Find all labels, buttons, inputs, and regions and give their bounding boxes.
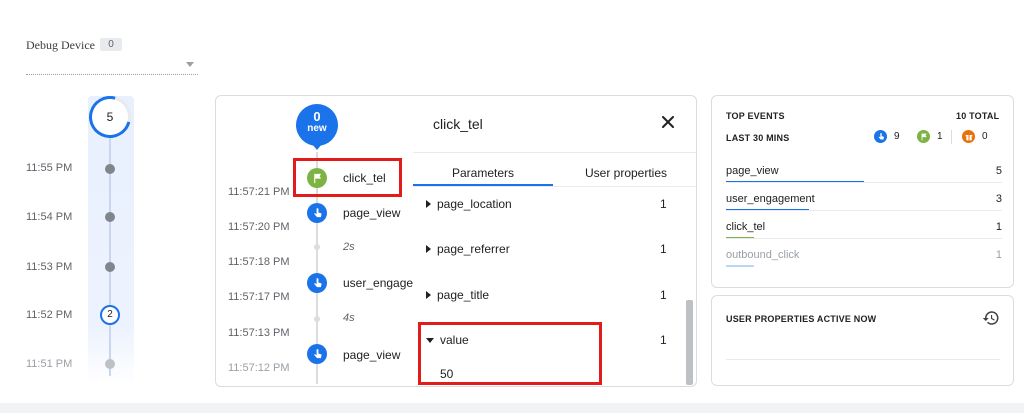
flag-icon xyxy=(917,130,930,143)
param-row-value[interactable]: value xyxy=(426,333,469,347)
param-row-page-location[interactable]: page_location xyxy=(426,197,512,211)
top-events-total: 10 TOTAL xyxy=(956,111,1000,121)
minutes-stream xyxy=(88,96,134,386)
new-events-count: 0 xyxy=(313,109,321,124)
minute-dot[interactable] xyxy=(105,262,115,272)
gap-duration: 2s xyxy=(343,241,355,253)
expand-arrow-icon xyxy=(426,245,431,253)
active-tab-indicator xyxy=(413,184,553,186)
event-timestamp: 11:57:13 PM xyxy=(228,327,290,339)
event-timestamp: 11:57:18 PM xyxy=(228,256,290,268)
minute-time: 11:51 PM xyxy=(26,358,73,370)
top-event-outbound-click[interactable]: outbound_click xyxy=(726,249,799,261)
gift-icon xyxy=(962,130,975,143)
minute-dot[interactable] xyxy=(105,212,115,222)
param-count: 1 xyxy=(660,242,667,256)
param-row-page-referrer[interactable]: page_referrer xyxy=(426,242,510,256)
minute-time: 11:55 PM xyxy=(26,162,73,174)
param-row-page-title[interactable]: page_title xyxy=(426,288,489,302)
minute-time: 11:53 PM xyxy=(26,261,73,273)
legend-separator xyxy=(951,130,952,144)
tab-parameters[interactable]: Parameters xyxy=(413,166,553,180)
param-name: page_referrer xyxy=(437,242,510,256)
top-event-click-tel[interactable]: click_tel xyxy=(726,221,765,233)
tab-user-properties[interactable]: User properties xyxy=(556,166,696,180)
legend-count-conversions: 1 xyxy=(937,131,943,142)
top-event-count: 3 xyxy=(995,193,1002,205)
bubble-tail xyxy=(312,144,322,150)
top-event-count: 1 xyxy=(995,221,1002,233)
gap-dot xyxy=(314,244,320,250)
flag-icon xyxy=(307,168,327,188)
expand-arrow-icon xyxy=(426,291,431,299)
collapse-arrow-icon xyxy=(426,337,434,343)
event-timestamp: 11:57:20 PM xyxy=(228,221,290,233)
event-timestamp: 11:57:17 PM xyxy=(228,291,290,303)
event-timestamp: 11:57:21 PM xyxy=(228,186,290,198)
dropdown-caret-icon[interactable] xyxy=(186,62,194,67)
user-properties-divider xyxy=(726,359,1000,360)
top-events-title: TOP EVENTS xyxy=(726,111,785,121)
tab-divider xyxy=(413,186,696,187)
touch-icon xyxy=(307,273,327,293)
minute-dot[interactable] xyxy=(105,359,115,369)
touch-icon xyxy=(307,203,327,223)
event-detail-title: click_tel xyxy=(433,116,483,132)
minute-time: 11:52 PM xyxy=(26,309,73,321)
legend-count-ecommerce: 0 xyxy=(982,131,988,142)
minute-time: 11:54 PM xyxy=(26,211,73,223)
debug-device-count: 0 xyxy=(100,38,122,51)
top-event-user-engagement[interactable]: user_engagement xyxy=(726,193,815,205)
top-event-page-view[interactable]: page_view xyxy=(726,165,779,177)
param-name: page_title xyxy=(437,288,490,302)
top-events-period: LAST 30 MINS xyxy=(726,133,790,143)
bottom-scroll-area xyxy=(0,403,1024,413)
minute-dot[interactable] xyxy=(105,164,115,174)
param-value: 50 xyxy=(440,367,454,381)
param-count: 1 xyxy=(660,197,667,211)
new-events-bubble[interactable]: 0 new xyxy=(296,104,338,146)
debug-device-label: Debug Device xyxy=(26,38,95,52)
row-divider xyxy=(726,182,1002,183)
gap-duration: 4s xyxy=(343,312,355,324)
new-events-label: new xyxy=(307,123,327,134)
debug-device-select[interactable] xyxy=(26,74,198,75)
touch-icon xyxy=(874,130,887,143)
close-icon[interactable] xyxy=(658,112,678,132)
param-name: value xyxy=(440,333,469,347)
row-divider xyxy=(726,210,1002,211)
top-event-bar xyxy=(726,265,754,267)
expand-arrow-icon xyxy=(426,200,431,208)
event-item-user-engagement[interactable]: user_engagement xyxy=(343,276,413,290)
detail-divider xyxy=(413,152,696,153)
touch-icon xyxy=(307,344,327,364)
detail-scrollbar[interactable] xyxy=(686,300,693,385)
user-properties-card xyxy=(711,295,1014,386)
legend-count-events: 9 xyxy=(894,131,900,142)
event-item-click-tel[interactable]: click_tel xyxy=(343,171,413,185)
param-name: page_location xyxy=(437,197,512,211)
top-event-count: 5 xyxy=(995,165,1002,177)
history-icon[interactable] xyxy=(982,309,1000,327)
user-properties-title: USER PROPERTIES ACTIVE NOW xyxy=(726,314,877,324)
top-event-count: 1 xyxy=(995,249,1002,261)
gap-dot xyxy=(314,316,320,322)
event-timestamp: 11:57:12 PM xyxy=(228,362,290,374)
minute-event-badge[interactable]: 2 xyxy=(100,305,120,325)
row-divider xyxy=(726,238,1002,239)
event-item-page-view[interactable]: page_view xyxy=(343,348,413,362)
param-count: 1 xyxy=(660,288,667,302)
event-item-page-view[interactable]: page_view xyxy=(343,206,413,220)
param-count: 1 xyxy=(660,333,667,347)
